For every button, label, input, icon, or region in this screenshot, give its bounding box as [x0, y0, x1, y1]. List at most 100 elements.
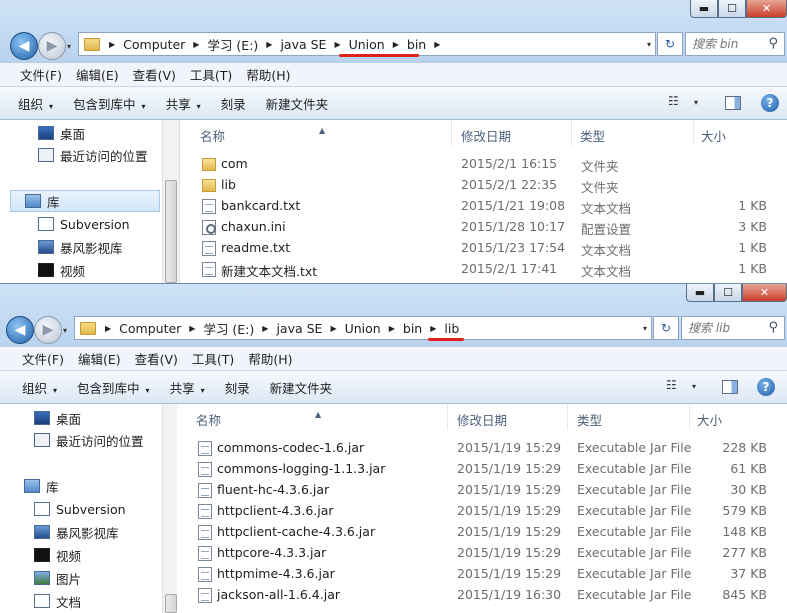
separator-icon[interactable]: ▶: [259, 324, 271, 333]
nav-pictures[interactable]: 图片: [34, 567, 81, 589]
column-size[interactable]: 大小: [701, 126, 726, 145]
column-divider[interactable]: [451, 120, 452, 146]
search-box[interactable]: ⚲: [681, 316, 785, 340]
breadcrumb-computer[interactable]: Computer: [118, 37, 190, 52]
close-button[interactable]: ✕: [742, 284, 787, 302]
address-dropdown-icon[interactable]: ▾: [647, 40, 651, 49]
file-row[interactable]: commons-codec-1.6.jar 2015/1/19 15:29 Exec…: [177, 438, 787, 459]
file-row[interactable]: chaxun.ini 2015/1/28 10:17 配置设置 3 KB: [181, 217, 787, 238]
separator-icon[interactable]: ▶: [386, 324, 398, 333]
minimize-button[interactable]: ▬: [686, 284, 714, 302]
file-row[interactable]: httpcore-4.3.3.jar 2015/1/19 15:29 Executa…: [177, 543, 787, 564]
refresh-button[interactable]: ↻: [653, 316, 679, 340]
breadcrumb-computer[interactable]: Computer: [114, 321, 186, 336]
nav-videos[interactable]: 视频: [34, 544, 81, 566]
file-row[interactable]: jackson-all-1.6.4.jar 2015/1/19 16:30 Exec…: [177, 585, 787, 606]
column-name[interactable]: 名称: [196, 410, 221, 429]
nav-recent[interactable]: 最近访问的位置: [38, 144, 148, 166]
menu-view[interactable]: 查看(V): [133, 65, 176, 84]
new-folder-button[interactable]: 新建文件夹: [266, 94, 329, 113]
views-icon[interactable]: ☷: [668, 94, 679, 108]
scrollbar-thumb[interactable]: [165, 594, 177, 613]
new-folder-button[interactable]: 新建文件夹: [270, 378, 333, 397]
separator-icon[interactable]: ▶: [327, 324, 339, 333]
nav-baofeng[interactable]: 暴风影视库: [34, 521, 119, 543]
file-row[interactable]: readme.txt 2015/1/23 17:54 文本文档 1 KB: [181, 238, 787, 259]
breadcrumb-lib[interactable]: lib: [439, 321, 464, 336]
refresh-button[interactable]: ↻: [657, 32, 683, 56]
search-input[interactable]: [692, 37, 762, 51]
file-row[interactable]: lib 2015/2/1 22:35 文件夹: [181, 175, 787, 196]
help-icon[interactable]: ?: [761, 94, 779, 112]
address-dropdown-icon[interactable]: ▾: [643, 324, 647, 333]
column-divider[interactable]: [447, 404, 448, 430]
column-name[interactable]: 名称: [200, 126, 225, 145]
nav-library[interactable]: 库: [10, 190, 160, 212]
column-size[interactable]: 大小: [697, 410, 722, 429]
organize-button[interactable]: 组织 ▾: [22, 378, 57, 397]
forward-button[interactable]: ▶: [38, 32, 66, 60]
nav-scrollbar[interactable]: [162, 120, 179, 283]
file-row[interactable]: 新建文本文档.txt 2015/2/1 17:41 文本文档 1 KB: [181, 259, 787, 280]
scrollbar-thumb[interactable]: [165, 180, 177, 283]
search-box[interactable]: ⚲: [685, 32, 785, 56]
nav-documents[interactable]: 文档: [34, 590, 81, 612]
separator-icon[interactable]: ▶: [263, 40, 275, 49]
column-divider[interactable]: [689, 404, 690, 430]
separator-icon[interactable]: ▶: [331, 40, 343, 49]
column-modified[interactable]: 修改日期: [461, 126, 511, 145]
menu-help[interactable]: 帮助(H): [246, 65, 290, 84]
menu-view[interactable]: 查看(V): [135, 349, 178, 368]
breadcrumb-union[interactable]: Union: [340, 321, 386, 336]
file-row[interactable]: httpclient-4.3.6.jar 2015/1/19 15:29 Execu…: [177, 501, 787, 522]
file-row[interactable]: bankcard.txt 2015/1/21 19:08 文本文档 1 KB: [181, 196, 787, 217]
burn-button[interactable]: 刻录: [221, 94, 246, 113]
minimize-button[interactable]: ▬: [690, 0, 718, 18]
file-row[interactable]: fluent-hc-4.3.6.jar 2015/1/19 15:29 Execut…: [177, 480, 787, 501]
menu-edit[interactable]: 编辑(E): [76, 65, 119, 84]
include-in-library-button[interactable]: 包含到库中 ▾: [73, 94, 146, 113]
breadcrumb-drive[interactable]: 学习 (E:): [198, 319, 259, 338]
help-icon[interactable]: ?: [757, 378, 775, 396]
menu-file[interactable]: 文件(F): [20, 65, 62, 84]
nav-recent[interactable]: 最近访问的位置: [34, 429, 144, 451]
views-icon[interactable]: ☷: [666, 378, 677, 392]
maximize-button[interactable]: ☐: [714, 284, 742, 302]
breadcrumb-drive[interactable]: 学习 (E:): [202, 35, 263, 54]
share-button[interactable]: 共享 ▾: [170, 378, 205, 397]
maximize-button[interactable]: ☐: [718, 0, 746, 18]
menu-tools[interactable]: 工具(T): [192, 349, 234, 368]
breadcrumb-union[interactable]: Union: [344, 37, 390, 52]
separator-icon[interactable]: ▶: [431, 40, 443, 49]
menu-help[interactable]: 帮助(H): [248, 349, 292, 368]
separator-icon[interactable]: ▶: [390, 40, 402, 49]
preview-pane-icon[interactable]: [725, 96, 741, 110]
share-button[interactable]: 共享 ▾: [166, 94, 201, 113]
breadcrumb-java-se[interactable]: java SE: [275, 37, 331, 52]
separator-icon[interactable]: ▶: [427, 324, 439, 333]
file-row[interactable]: httpclient-cache-4.3.6.jar 2015/1/19 15:2…: [177, 522, 787, 543]
search-icon[interactable]: ⚲: [768, 320, 778, 335]
recent-pages-dropdown[interactable]: ▾: [67, 42, 71, 51]
nav-subversion[interactable]: Subversion: [34, 498, 126, 520]
file-row[interactable]: httpmime-4.3.6.jar 2015/1/19 15:29 Executa…: [177, 564, 787, 585]
back-button[interactable]: ◀: [10, 32, 38, 60]
separator-icon[interactable]: ▶: [106, 40, 118, 49]
separator-icon[interactable]: ▶: [190, 40, 202, 49]
nav-subversion[interactable]: Subversion: [38, 213, 130, 235]
file-row[interactable]: com 2015/2/1 16:15 文件夹: [181, 154, 787, 175]
menu-tools[interactable]: 工具(T): [190, 65, 232, 84]
column-modified[interactable]: 修改日期: [457, 410, 507, 429]
column-divider[interactable]: [571, 120, 572, 146]
recent-pages-dropdown[interactable]: ▾: [63, 326, 67, 335]
column-type[interactable]: 类型: [577, 410, 602, 429]
close-button[interactable]: ✕: [746, 0, 787, 18]
preview-pane-icon[interactable]: [722, 380, 738, 394]
column-divider[interactable]: [693, 120, 694, 146]
nav-desktop[interactable]: 桌面: [38, 122, 85, 144]
menu-edit[interactable]: 编辑(E): [78, 349, 121, 368]
organize-button[interactable]: 组织 ▾: [18, 94, 53, 113]
column-type[interactable]: 类型: [580, 126, 605, 145]
separator-icon[interactable]: ▶: [186, 324, 198, 333]
breadcrumb-java-se[interactable]: java SE: [271, 321, 327, 336]
